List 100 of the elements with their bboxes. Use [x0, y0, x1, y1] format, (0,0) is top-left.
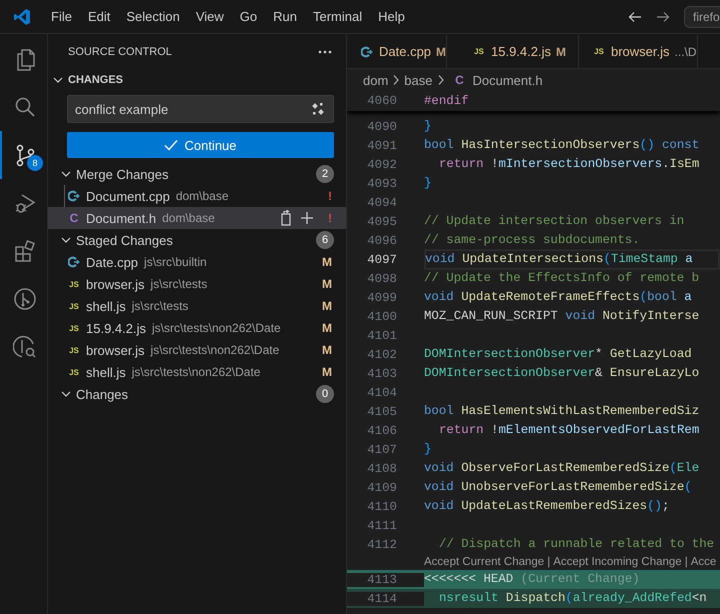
continue-button[interactable]: Continue [67, 132, 334, 158]
chevron-icon [436, 74, 446, 86]
code-line: void UnobserveForLastRememberedSize( [424, 479, 693, 496]
menu-item[interactable]: Run [265, 9, 305, 24]
file-path: dom\base [162, 211, 215, 225]
code-line: void ObserveForLastRememberedSize(Ele [424, 460, 700, 477]
code-line: return !mIntersectionObservers.IsEm [438, 156, 700, 173]
status-letter: M [321, 321, 332, 335]
code-line: // Update intersection observers in [424, 213, 686, 230]
code-line: // Update the EffectsInfo of remote b [424, 270, 700, 287]
js-file-icon: JS [68, 302, 80, 310]
cpp-file-icon [361, 46, 373, 58]
group-title: Staged Changes [76, 232, 174, 248]
line-number: 4108 [366, 462, 398, 476]
line-number: 4098 [366, 272, 398, 286]
file-name: browser.js [86, 276, 145, 292]
more-icon[interactable] [318, 50, 332, 54]
plus-icon[interactable] [300, 211, 314, 225]
status-letter: M [321, 255, 332, 269]
line-number: 4112 [366, 538, 398, 552]
code-line: MOZ_CAN_RUN_SCRIPT void NotifyInterse [424, 308, 700, 325]
code-line: #endif [424, 92, 470, 110]
breadcrumb-item[interactable]: base [404, 72, 432, 88]
line-number: 4100 [366, 310, 398, 324]
menu-item[interactable]: Edit [80, 9, 118, 24]
file-path: js\src\tests\non262\Date [132, 365, 260, 379]
command-center-field[interactable]: firefo [684, 6, 720, 28]
line-number: 4099 [366, 290, 398, 304]
line-number: 4103 [366, 366, 398, 380]
code-line: bool HasElementsWithLastRememberedSiz [424, 403, 700, 420]
group-title: Changes [76, 386, 130, 402]
file-path: js\src\tests [150, 277, 208, 291]
count-badge: 8 [27, 155, 43, 171]
line-number: 4096 [366, 234, 398, 248]
file-name: Document.cpp [86, 188, 170, 204]
line-number: 4095 [366, 214, 398, 228]
line-number: 4094 [366, 196, 398, 210]
changed-file-row[interactable]: C Document.h dom\base ! [48, 207, 346, 229]
changed-file-row[interactable]: JS shell.js js\src\tests\non262\Date M [64, 361, 346, 383]
changed-file-row[interactable]: JS 15.9.4.2.js js\src\tests\non262\Date M [64, 317, 346, 339]
forward-arrow-icon[interactable] [656, 10, 670, 22]
code-line: } [424, 118, 432, 135]
line-number: 4097 [366, 252, 398, 266]
menu-item[interactable]: File [43, 9, 80, 24]
codelens-link[interactable]: Acce [690, 556, 716, 568]
section-header[interactable]: CHANGES [48, 69, 346, 91]
separator-text: | [684, 556, 688, 568]
line-number: 4090 [366, 120, 398, 134]
line-number: 4060 [366, 94, 398, 108]
file-name: browser.js [86, 342, 145, 358]
code-line: void UpdateRemoteFrameEffects(bool a [424, 289, 693, 306]
status-letter: M [321, 365, 332, 379]
code-line: nsresult Dispatch(already_AddRefed<n [438, 590, 708, 607]
back-arrow-icon[interactable] [628, 10, 642, 22]
extensions-icon [12, 239, 36, 263]
search-icon [12, 95, 36, 119]
file-path: js\src\tests\non262\Date [150, 343, 280, 357]
count-badge: 2 [316, 165, 334, 183]
menu-item[interactable]: Help [370, 9, 413, 24]
c-file-icon: C [68, 211, 80, 225]
file-path: js\src\tests\non262\Date [152, 321, 281, 335]
status-letter: M [321, 299, 332, 313]
codelens-link[interactable]: Accept Incoming Change [553, 556, 682, 568]
js-file-icon: JS [68, 368, 80, 376]
menu-item[interactable]: Terminal [305, 9, 370, 24]
panel-title: SOURCE CONTROL [68, 46, 173, 58]
js-file-icon: JS [593, 47, 605, 56]
check-icon [164, 139, 178, 151]
line-number: 4102 [366, 348, 398, 362]
file-name: Document.h [86, 210, 156, 226]
changed-file-row[interactable]: Document.cpp dom\base ! [48, 185, 346, 207]
commit-message-field[interactable]: conflict example [67, 95, 334, 123]
line-number: 4101 [366, 328, 398, 342]
menu-item[interactable]: View [188, 9, 232, 24]
js-file-icon: JS [473, 47, 485, 56]
line-number: 4092 [366, 158, 398, 172]
branch-circle-icon [12, 287, 36, 311]
line-number: 4113 [347, 572, 424, 586]
status-letter: M [556, 44, 566, 58]
menu-item[interactable]: Go [232, 9, 266, 24]
changed-file-row[interactable]: JS browser.js js\src\tests M [64, 273, 346, 295]
breadcrumb-item[interactable]: C Document.h [448, 72, 543, 88]
codelens-link[interactable]: Accept Current Change [424, 556, 544, 568]
breadcrumb-item[interactable]: dom [363, 72, 388, 88]
group-header[interactable]: Changes 0 [48, 383, 346, 405]
menu-item[interactable]: Selection [118, 9, 188, 24]
changed-file-row[interactable]: Date.cpp js\src\builtin M [64, 251, 346, 273]
group-header[interactable]: Staged Changes 6 [48, 229, 346, 251]
file-name: 15.9.4.2.js [86, 320, 146, 336]
js-file-icon: JS [68, 280, 80, 288]
tab-description: ...\D [674, 44, 697, 58]
group-header[interactable]: Merge Changes 2 [48, 163, 346, 185]
c-file-icon: C [454, 73, 466, 87]
line-number: 4110 [366, 500, 398, 514]
changed-file-row[interactable]: JS browser.js js\src\tests\non262\Date M [64, 339, 346, 361]
js-file-icon: JS [68, 324, 80, 332]
line-number: 4091 [366, 138, 398, 152]
code-line: // Dispatch a runnable related to the [438, 536, 716, 553]
count-badge: 0 [316, 385, 334, 403]
changed-file-row[interactable]: JS shell.js js\src\tests M [64, 295, 346, 317]
